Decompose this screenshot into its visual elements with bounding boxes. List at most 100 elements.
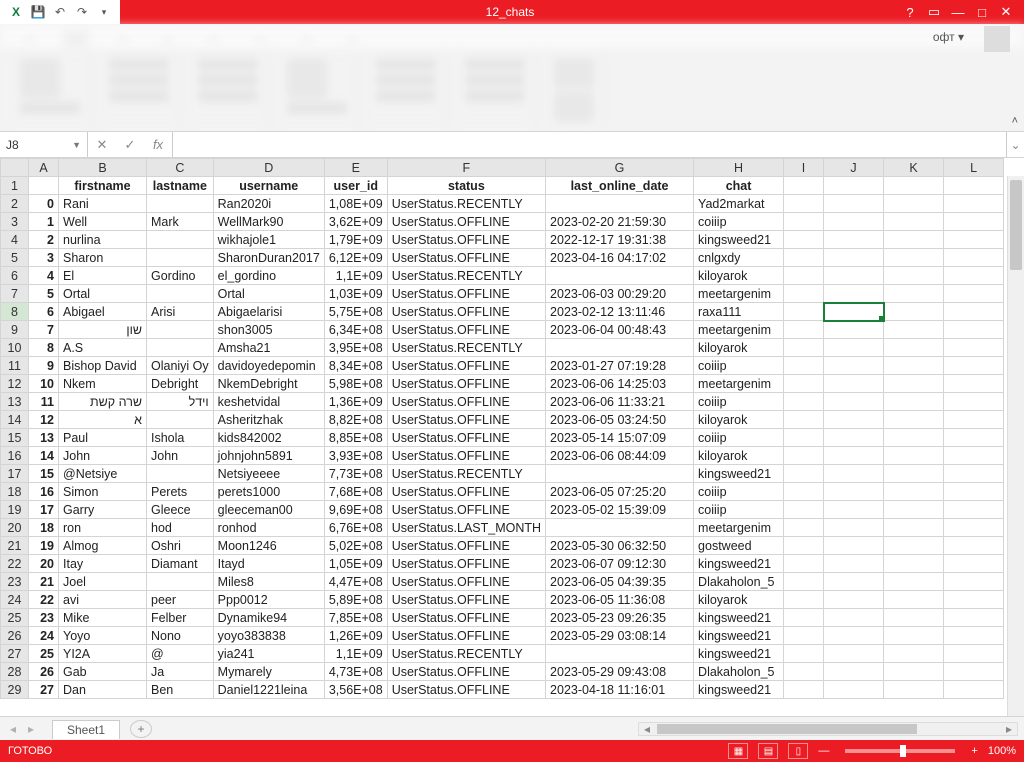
cell[interactable]: Yad2markat: [694, 195, 784, 213]
cell[interactable]: [784, 447, 824, 465]
cell[interactable]: [784, 483, 824, 501]
cell[interactable]: [884, 393, 944, 411]
cell[interactable]: שון: [59, 321, 147, 339]
cell[interactable]: 8,34E+08: [324, 357, 387, 375]
cell[interactable]: 1,26E+09: [324, 627, 387, 645]
cell[interactable]: Itayd: [213, 555, 324, 573]
cell[interactable]: 10: [29, 375, 59, 393]
cell[interactable]: last_online_date: [546, 177, 694, 195]
cell[interactable]: lastname: [147, 177, 214, 195]
cell[interactable]: Paul: [59, 429, 147, 447]
cell[interactable]: [784, 411, 824, 429]
cell[interactable]: 1,1E+09: [324, 645, 387, 663]
cell[interactable]: 2023-06-06 14:25:03: [546, 375, 694, 393]
cell[interactable]: 7: [29, 321, 59, 339]
cell[interactable]: kiloyarok: [694, 339, 784, 357]
cell[interactable]: [546, 267, 694, 285]
cell[interactable]: [784, 339, 824, 357]
cell[interactable]: [824, 519, 884, 537]
cell[interactable]: 21: [29, 573, 59, 591]
cell[interactable]: [824, 447, 884, 465]
cell[interactable]: [944, 519, 1004, 537]
cell[interactable]: John: [59, 447, 147, 465]
worksheet-grid[interactable]: ABCDEFGHIJKL1firstnamelastnameusernameus…: [0, 158, 1024, 716]
cell[interactable]: [884, 573, 944, 591]
cell[interactable]: 5,89E+08: [324, 591, 387, 609]
cell[interactable]: [784, 519, 824, 537]
cell[interactable]: kiloyarok: [694, 411, 784, 429]
row-header[interactable]: 4: [1, 231, 29, 249]
cell[interactable]: Gordino: [147, 267, 214, 285]
cell[interactable]: [944, 609, 1004, 627]
column-header[interactable]: B: [59, 159, 147, 177]
collapse-ribbon-icon[interactable]: ˄: [1012, 115, 1018, 127]
cell[interactable]: kids842002: [213, 429, 324, 447]
cell[interactable]: UserStatus.RECENTLY: [387, 465, 545, 483]
cell[interactable]: Ishola: [147, 429, 214, 447]
cell[interactable]: [944, 663, 1004, 681]
cell[interactable]: [824, 267, 884, 285]
cell[interactable]: Arisi: [147, 303, 214, 321]
cell[interactable]: 17: [29, 501, 59, 519]
cell[interactable]: [944, 321, 1004, 339]
cell[interactable]: Gleece: [147, 501, 214, 519]
cell[interactable]: 2023-02-20 21:59:30: [546, 213, 694, 231]
avatar[interactable]: [984, 26, 1010, 52]
cell[interactable]: [784, 321, 824, 339]
cell[interactable]: [824, 177, 884, 195]
cell[interactable]: gleeceman00: [213, 501, 324, 519]
cell[interactable]: 2023-05-30 06:32:50: [546, 537, 694, 555]
cell[interactable]: UserStatus.OFFLINE: [387, 483, 545, 501]
cell[interactable]: UserStatus.OFFLINE: [387, 393, 545, 411]
cell[interactable]: Oshri: [147, 537, 214, 555]
cell[interactable]: shon3005: [213, 321, 324, 339]
cell[interactable]: ron: [59, 519, 147, 537]
cell[interactable]: Miles8: [213, 573, 324, 591]
cell[interactable]: Ppp0012: [213, 591, 324, 609]
cell[interactable]: [784, 501, 824, 519]
cell[interactable]: coiiip: [694, 213, 784, 231]
column-header[interactable]: F: [387, 159, 545, 177]
cell[interactable]: 2023-06-05 11:36:08: [546, 591, 694, 609]
cell[interactable]: 14: [29, 447, 59, 465]
cell[interactable]: Ran2020i: [213, 195, 324, 213]
cell[interactable]: [944, 393, 1004, 411]
cell[interactable]: [784, 609, 824, 627]
cell[interactable]: 1,1E+09: [324, 267, 387, 285]
row-header[interactable]: 20: [1, 519, 29, 537]
cell[interactable]: 2023-02-12 13:11:46: [546, 303, 694, 321]
cell[interactable]: [824, 429, 884, 447]
cell[interactable]: 2023-06-05 07:25:20: [546, 483, 694, 501]
cell[interactable]: hod: [147, 519, 214, 537]
column-header[interactable]: E: [324, 159, 387, 177]
cell[interactable]: [884, 555, 944, 573]
cell[interactable]: [884, 663, 944, 681]
cell[interactable]: [884, 645, 944, 663]
cell[interactable]: [884, 591, 944, 609]
cell[interactable]: UserStatus.OFFLINE: [387, 429, 545, 447]
cell[interactable]: Abigaelarisi: [213, 303, 324, 321]
help-icon[interactable]: ?: [900, 2, 920, 22]
row-header[interactable]: 29: [1, 681, 29, 699]
row-header[interactable]: 12: [1, 375, 29, 393]
view-pagebreak-icon[interactable]: ▯: [788, 743, 808, 759]
cell[interactable]: firstname: [59, 177, 147, 195]
cell[interactable]: [884, 627, 944, 645]
cell[interactable]: John: [147, 447, 214, 465]
cell[interactable]: username: [213, 177, 324, 195]
row-header[interactable]: 10: [1, 339, 29, 357]
cell[interactable]: kingsweed21: [694, 681, 784, 699]
cell[interactable]: 2023-01-27 07:19:28: [546, 357, 694, 375]
cell[interactable]: user_id: [324, 177, 387, 195]
row-header[interactable]: 25: [1, 609, 29, 627]
cell[interactable]: 4,47E+08: [324, 573, 387, 591]
cell[interactable]: [884, 537, 944, 555]
row-header[interactable]: 11: [1, 357, 29, 375]
cell[interactable]: 2: [29, 231, 59, 249]
cell[interactable]: [784, 375, 824, 393]
fx-icon[interactable]: fx: [144, 137, 172, 152]
cell[interactable]: [147, 195, 214, 213]
cell[interactable]: 6,76E+08: [324, 519, 387, 537]
cell[interactable]: [944, 681, 1004, 699]
cell[interactable]: Almog: [59, 537, 147, 555]
